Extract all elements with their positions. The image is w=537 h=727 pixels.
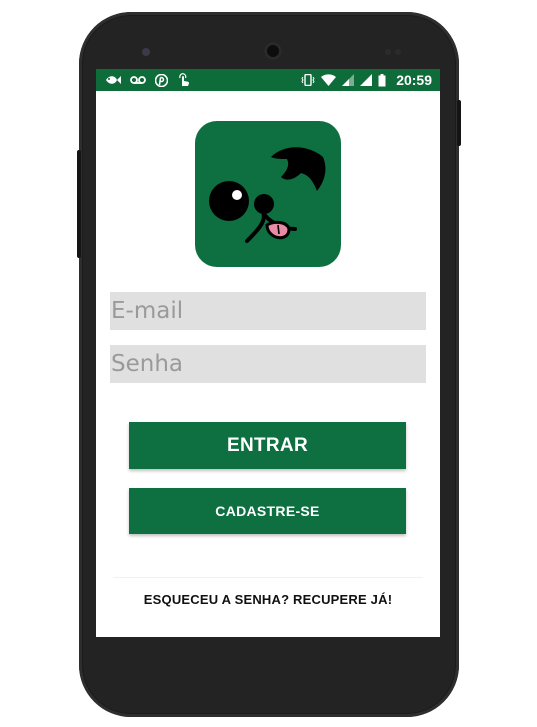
touch-icon bbox=[177, 73, 191, 87]
forgot-password-link[interactable]: ESQUECEU A SENHA? RECUPERE JÁ! bbox=[96, 592, 440, 607]
earpiece-speaker bbox=[264, 42, 282, 60]
login-button[interactable]: ENTRAR bbox=[129, 422, 406, 469]
vibrate-icon bbox=[301, 74, 315, 86]
notification-icons bbox=[96, 73, 191, 87]
light-sensor bbox=[395, 49, 401, 55]
divider bbox=[113, 577, 423, 578]
volume-button bbox=[77, 150, 81, 258]
wifi-icon bbox=[321, 74, 337, 86]
email-field[interactable] bbox=[110, 292, 426, 330]
app-screen: 20:59 ENTRAR CADASTRE-SE ESQUECEU A SENH… bbox=[96, 69, 440, 637]
voicemail-icon bbox=[130, 75, 146, 85]
pinterest-icon bbox=[155, 73, 168, 87]
password-field[interactable] bbox=[110, 345, 426, 383]
power-button bbox=[457, 100, 461, 146]
front-camera bbox=[142, 48, 150, 56]
signal-icon-2 bbox=[360, 74, 373, 86]
signal-icon bbox=[342, 74, 355, 86]
proximity-sensor bbox=[385, 49, 391, 55]
signup-button[interactable]: CADASTRE-SE bbox=[129, 488, 406, 534]
dog-face-logo bbox=[195, 121, 341, 267]
fish-icon bbox=[105, 75, 121, 85]
battery-icon bbox=[378, 73, 386, 87]
clock: 20:59 bbox=[396, 72, 432, 88]
system-icons: 20:59 bbox=[301, 72, 440, 88]
status-bar: 20:59 bbox=[96, 69, 440, 91]
